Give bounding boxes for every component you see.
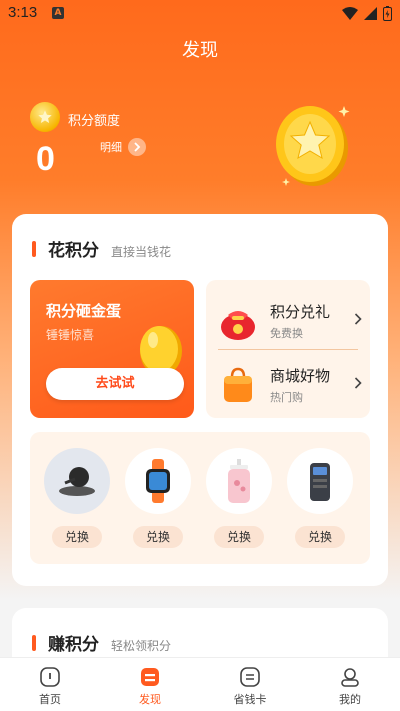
spend-section-title: 花积分 bbox=[48, 241, 99, 261]
product-item[interactable]: 兑换 bbox=[287, 448, 353, 548]
battery-icon bbox=[383, 6, 392, 21]
points-value: 0 bbox=[36, 140, 55, 178]
red-gift-bag-icon bbox=[221, 311, 255, 340]
tab-profile-label: 我的 bbox=[339, 693, 361, 706]
discover-icon bbox=[141, 668, 159, 686]
section-accent-bar bbox=[32, 634, 36, 651]
points-gift-subtitle: 免费换 bbox=[270, 327, 303, 340]
tab-discover-label: 发现 bbox=[139, 693, 161, 706]
divider bbox=[218, 349, 358, 350]
smart-watch-image bbox=[125, 448, 191, 514]
big-coin-icon bbox=[276, 106, 350, 186]
spend-section-header: 花积分 直接当钱花 bbox=[32, 236, 171, 261]
status-bar: 3:13 A bbox=[0, 0, 400, 28]
earn-section-title: 赚积分 bbox=[48, 635, 99, 655]
tab-home[interactable]: 首页 bbox=[0, 658, 100, 711]
wifi-icon bbox=[342, 7, 358, 20]
mall-goods-subtitle: 热门购 bbox=[270, 391, 303, 404]
egg-game-subtitle: 锤锤惊喜 bbox=[46, 328, 95, 342]
redeem-products-panel: 兑换 兑换 兑换 兑换 bbox=[30, 432, 370, 564]
egg-game-title: 积分砸金蛋 bbox=[46, 302, 122, 320]
earn-section-header: 赚积分 轻松领积分 bbox=[32, 630, 171, 655]
points-label: 积分额度 bbox=[68, 114, 121, 129]
card-icon bbox=[240, 667, 260, 687]
tab-home-label: 首页 bbox=[39, 693, 61, 706]
wireless-charger-image bbox=[44, 448, 110, 514]
product-item[interactable]: 兑换 bbox=[125, 448, 191, 548]
shopping-bag-icon bbox=[224, 367, 252, 402]
mall-goods-title: 商城好物 bbox=[270, 367, 331, 385]
redeem-button[interactable]: 兑换 bbox=[295, 526, 345, 548]
points-gift-link[interactable]: 积分兑礼 免费换 bbox=[218, 292, 362, 350]
detail-link-label: 明细 bbox=[100, 141, 122, 154]
signal-icon bbox=[364, 7, 377, 20]
redeem-button[interactable]: 兑换 bbox=[214, 526, 264, 548]
tab-savings-card[interactable]: 省钱卡 bbox=[200, 658, 300, 711]
tab-discover[interactable]: 发现 bbox=[100, 658, 200, 711]
spend-points-card: 花积分 直接当钱花 积分砸金蛋 锤锤惊喜 去试试 积分兑礼 免费换 商城好物 热… bbox=[12, 214, 388, 586]
redeem-button[interactable]: 兑换 bbox=[52, 526, 102, 548]
section-accent-bar bbox=[32, 240, 36, 257]
profile-icon bbox=[341, 668, 359, 687]
product-item[interactable]: 兑换 bbox=[44, 448, 110, 548]
coin-icon bbox=[30, 102, 60, 132]
body-wash-image bbox=[206, 448, 272, 514]
points-gift-title: 积分兑礼 bbox=[270, 303, 331, 321]
try-now-button[interactable]: 去试试 bbox=[46, 368, 184, 400]
gaming-power-bank-image bbox=[287, 448, 353, 514]
page-title: 发现 bbox=[182, 40, 218, 61]
golden-egg-panel[interactable]: 积分砸金蛋 锤锤惊喜 去试试 bbox=[30, 280, 194, 418]
points-detail-link[interactable]: 明细 bbox=[100, 138, 146, 156]
status-icons bbox=[342, 6, 392, 21]
mall-goods-link[interactable]: 商城好物 热门购 bbox=[218, 356, 362, 414]
home-icon bbox=[40, 667, 60, 687]
bottom-tab-bar: 首页 发现 省钱卡 我的 bbox=[0, 657, 400, 711]
redeem-button[interactable]: 兑换 bbox=[133, 526, 183, 548]
tab-savings-card-label: 省钱卡 bbox=[233, 693, 267, 706]
tab-profile[interactable]: 我的 bbox=[300, 658, 400, 711]
notification-badge: A bbox=[52, 7, 64, 19]
earn-section-subtitle: 轻松领积分 bbox=[111, 639, 172, 653]
chevron-right-icon bbox=[354, 313, 362, 329]
chevron-right-icon bbox=[354, 377, 362, 393]
product-item[interactable]: 兑换 bbox=[206, 448, 272, 548]
chevron-right-icon bbox=[128, 138, 146, 156]
spend-section-subtitle: 直接当钱花 bbox=[111, 245, 172, 259]
redeem-links-panel: 积分兑礼 免费换 商城好物 热门购 bbox=[206, 280, 370, 418]
status-time: 3:13 bbox=[8, 4, 38, 21]
